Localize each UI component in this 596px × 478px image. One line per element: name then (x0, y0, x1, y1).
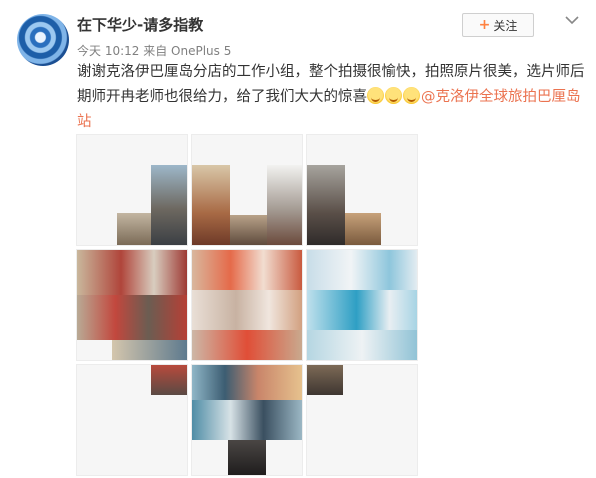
post-image-5[interactable] (191, 249, 303, 361)
avatar[interactable] (17, 14, 69, 66)
follow-label: 关注 (493, 18, 518, 33)
chevron-down-icon[interactable] (564, 12, 580, 28)
at-icon: @ (421, 89, 436, 105)
follow-button[interactable]: + 关注 (462, 13, 534, 37)
emoji-icon (385, 87, 402, 104)
post-image-8[interactable] (191, 364, 303, 476)
post-meta: 今天 10:12 来自 OnePlus 5 (77, 44, 232, 58)
emoji-icon (403, 87, 420, 104)
post-text: 谢谢克洛伊巴厘岛分店的工作小组，整个拍摄很愉快，拍照原片很美，选片师后期师开冉老… (77, 60, 587, 135)
post-image-6[interactable] (306, 249, 418, 361)
plus-icon: + (478, 17, 491, 33)
post-image-2[interactable] (191, 134, 303, 246)
username-link[interactable]: 在下华少-请多指教 (77, 14, 203, 35)
image-grid (76, 134, 418, 476)
post-image-7[interactable] (76, 364, 188, 476)
emoji-icon (367, 87, 384, 104)
post-image-9[interactable] (306, 364, 418, 476)
post-image-3[interactable] (306, 134, 418, 246)
post-image-1[interactable] (76, 134, 188, 246)
post-image-4[interactable] (76, 249, 188, 361)
